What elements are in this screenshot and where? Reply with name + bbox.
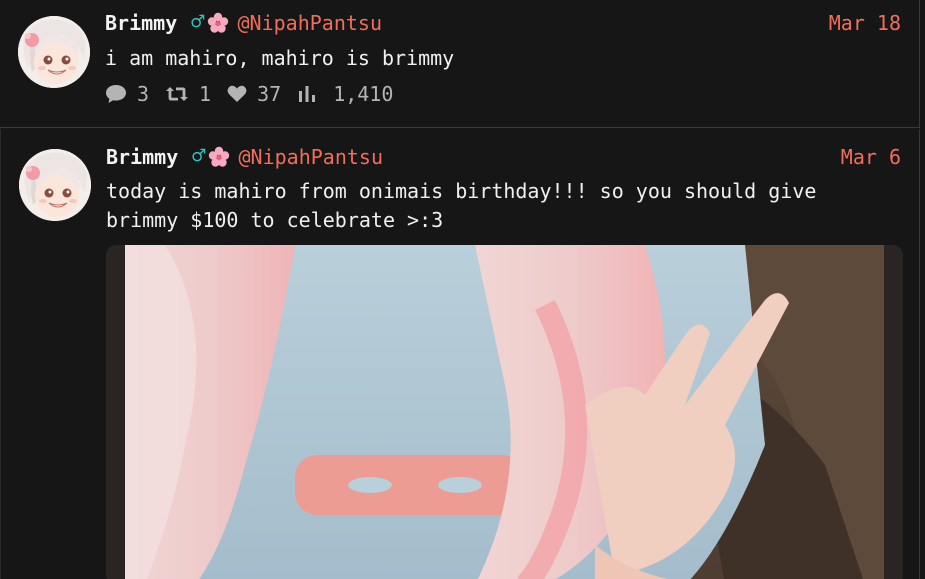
tweet-date[interactable]: Mar 6	[841, 144, 901, 170]
photo-image	[125, 245, 884, 579]
cherry-blossom-icon	[207, 12, 229, 34]
view-count: 1,410	[333, 82, 394, 106]
avatar[interactable]	[18, 16, 90, 88]
retweet-button[interactable]: 1	[165, 82, 211, 106]
cherry-blossom-icon	[208, 146, 230, 168]
male-sign-icon: ♂	[192, 144, 206, 169]
display-name[interactable]: Brimmy	[105, 10, 177, 36]
reply-count: 3	[137, 82, 150, 106]
speech-bubble-icon	[106, 85, 126, 103]
tweet-photo[interactable]	[106, 245, 903, 579]
tweet-text: i am mahiro, mahiro is brimmy	[105, 46, 455, 70]
tweet-header: Brimmy ♂ @NipahPantsu Mar 6	[106, 144, 901, 170]
views-button[interactable]: 1,410	[299, 82, 393, 106]
tweet-text: today is mahiro from onimais birthday!!!…	[106, 179, 817, 232]
retweet-count: 1	[199, 82, 212, 106]
avatar[interactable]	[19, 149, 91, 221]
tweet[interactable]: Brimmy ♂ @NipahPantsu Mar 18 i am mahiro…	[0, 0, 920, 128]
display-name[interactable]: Brimmy	[106, 144, 178, 170]
male-sign-icon: ♂	[191, 10, 205, 35]
tweet-header: Brimmy ♂ @NipahPantsu Mar 18	[105, 10, 901, 36]
reply-button[interactable]: 3	[105, 82, 149, 106]
tweet[interactable]: Brimmy ♂ @NipahPantsu Mar 6 today is mah…	[0, 129, 920, 579]
bar-chart-icon	[299, 86, 316, 102]
like-count: 37	[257, 82, 282, 106]
heart-icon	[227, 85, 247, 102]
tweet-actions: 3 1 37 1,410	[105, 82, 393, 106]
retweet-icon	[166, 87, 189, 101]
user-handle[interactable]: @NipahPantsu	[239, 144, 384, 170]
user-handle[interactable]: @NipahPantsu	[238, 10, 383, 36]
like-button[interactable]: 37	[227, 82, 281, 106]
tweet-date[interactable]: Mar 18	[829, 10, 901, 36]
